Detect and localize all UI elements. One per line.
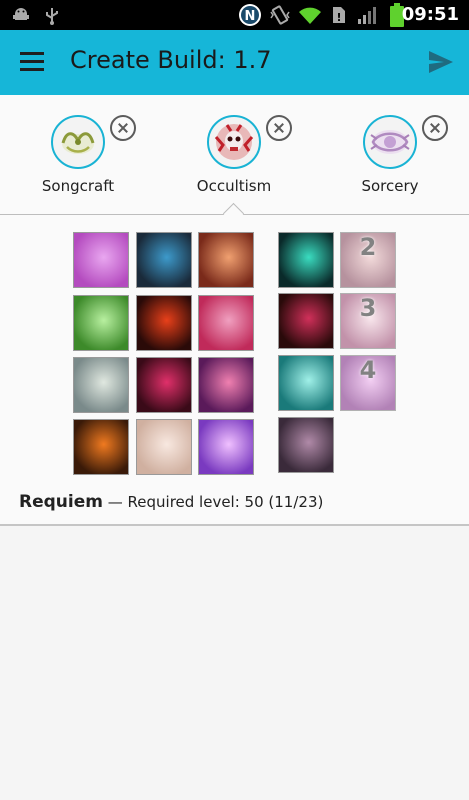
class-songcraft[interactable]: Songcraft [0, 95, 156, 215]
skill-right-5[interactable] [278, 355, 334, 411]
remove-class-sorcery-button[interactable] [422, 115, 448, 141]
skill-right-6[interactable]: 4 [340, 355, 396, 411]
skill-right-7[interactable] [278, 417, 334, 473]
wifi-icon [299, 7, 321, 24]
skill-left-4[interactable] [73, 295, 129, 351]
skill-right-1[interactable] [278, 232, 334, 288]
selected-skill-detail: Required level: 50 (11/23) [127, 493, 324, 511]
skill-left-9[interactable] [198, 357, 254, 413]
skill-left-3[interactable] [198, 232, 254, 288]
signal-icon [358, 7, 376, 24]
skill-right-2[interactable]: 2 [340, 232, 396, 288]
skill-left-8[interactable] [136, 357, 192, 413]
occultism-icon [207, 115, 261, 169]
class-label: Sorcery [361, 177, 419, 195]
skill-left-7[interactable] [73, 357, 129, 413]
skill-left-11[interactable] [136, 419, 192, 475]
selected-skill-info: Requiem — Required level: 50 (11/23) [19, 492, 323, 512]
remove-class-songcraft-button[interactable] [110, 115, 136, 141]
class-label: Occultism [196, 177, 272, 195]
skill-left-6[interactable] [198, 295, 254, 351]
skill-right-3[interactable] [278, 293, 334, 349]
send-icon[interactable] [427, 48, 455, 76]
divider [0, 524, 469, 526]
sorcery-icon [363, 115, 417, 169]
separator: — [107, 493, 123, 511]
status-bar: N ! 09:51 [0, 0, 469, 30]
skill-left-1[interactable] [73, 232, 129, 288]
android-debug-icon [13, 8, 29, 20]
usb-icon [46, 8, 58, 25]
skill-grid: 2 3 4 [0, 215, 469, 525]
vibrate-icon [270, 5, 290, 25]
clock: 09:51 [401, 4, 459, 25]
page-title: Create Build: 1.7 [70, 46, 272, 74]
class-occultism[interactable]: Occultism [156, 95, 312, 215]
remove-class-occultism-button[interactable] [266, 115, 292, 141]
skill-right-4[interactable]: 3 [340, 293, 396, 349]
songcraft-icon [51, 115, 105, 169]
skill-left-2[interactable] [136, 232, 192, 288]
class-label: Songcraft [41, 177, 115, 195]
class-sorcery[interactable]: Sorcery [312, 95, 468, 215]
skill-left-5[interactable] [136, 295, 192, 351]
skill-left-12[interactable] [198, 419, 254, 475]
app-bar: Create Build: 1.7 [0, 30, 469, 95]
skill-left-10[interactable] [73, 419, 129, 475]
menu-icon[interactable] [20, 50, 46, 74]
nfc-icon: N [239, 4, 261, 26]
class-selector: Songcraft Occultism Sorcery [0, 95, 469, 215]
selected-skill-name: Requiem [19, 492, 103, 512]
svg-text:!: ! [336, 11, 341, 24]
sim-alert-icon: ! [333, 7, 345, 24]
svg-text:N: N [245, 9, 256, 24]
